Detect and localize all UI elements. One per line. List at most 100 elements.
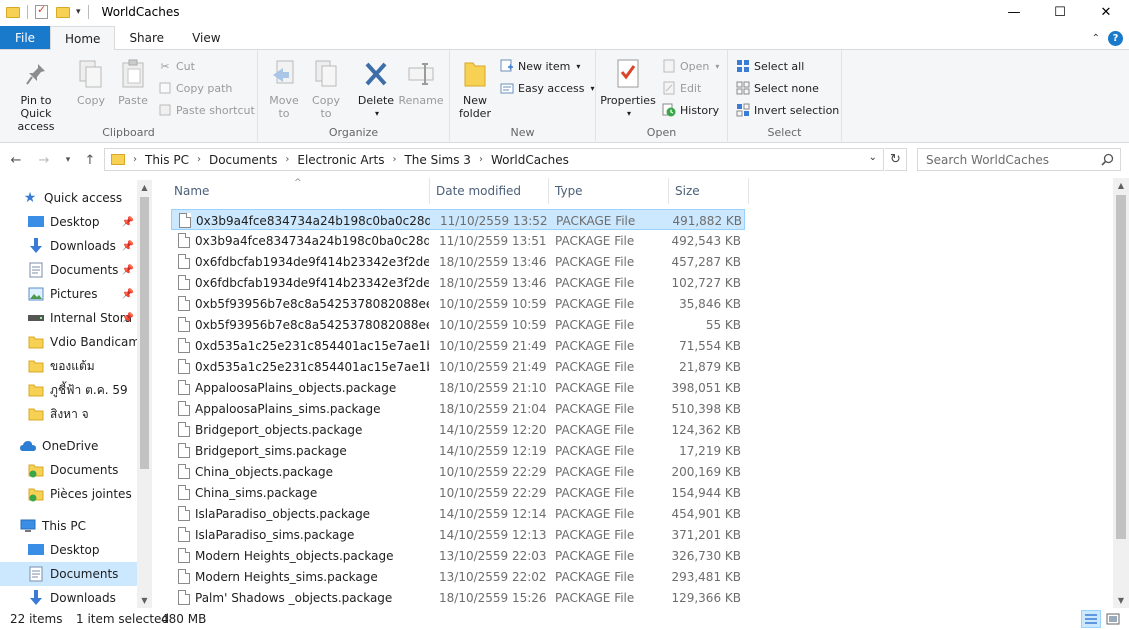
- file-list-scroll-thumb[interactable]: [1116, 195, 1126, 539]
- delete-dropdown-icon[interactable]: ▾: [375, 107, 379, 120]
- file-row[interactable]: 0xd535a1c25e231c854401ac15e7ae1bb2_s... 1…: [171, 356, 745, 377]
- pin-icon[interactable]: 📌: [122, 265, 134, 276]
- file-list-scrollbar[interactable]: ▲ ▼: [1113, 178, 1129, 608]
- copy-button[interactable]: Copy: [74, 58, 108, 107]
- column-header-type[interactable]: Type: [549, 178, 669, 204]
- maximize-button[interactable]: ☐: [1037, 0, 1083, 24]
- forward-button[interactable]: →: [34, 150, 54, 170]
- properties-button[interactable]: Properties ▾: [600, 58, 656, 120]
- easy-access-button[interactable]: Easy access ▾: [500, 78, 595, 98]
- file-row[interactable]: Bridgeport_sims.package 14/10/2559 12:19 P…: [171, 440, 745, 461]
- file-row[interactable]: IslaParadiso_sims.package 14/10/2559 12:1…: [171, 524, 745, 545]
- search-input[interactable]: Search WorldCaches: [917, 148, 1121, 171]
- cut-button[interactable]: ✂ Cut: [158, 56, 195, 76]
- collapse-ribbon-icon[interactable]: ⌃: [1092, 33, 1100, 44]
- refresh-button[interactable]: ↻: [885, 148, 907, 171]
- recent-locations-dropdown[interactable]: ▾: [58, 150, 78, 170]
- nav-folder-thai-2[interactable]: ภูชี้ฟ้า ต.ค. 59: [0, 378, 140, 402]
- pin-icon[interactable]: 📌: [122, 241, 134, 252]
- nav-pictures[interactable]: Pictures 📌: [0, 282, 140, 306]
- file-row[interactable]: Modern Heights_objects.package 13/10/2559…: [171, 545, 745, 566]
- new-item-button[interactable]: New item ▾: [500, 56, 580, 76]
- pin-icon[interactable]: 📌: [122, 289, 134, 300]
- breadcrumb-separator[interactable]: ›: [197, 154, 201, 165]
- file-row[interactable]: 0x6fdbcfab1934de9f414b23342e3f2de1_si...…: [171, 272, 745, 293]
- file-row[interactable]: AppaloosaPlains_objects.package 18/10/255…: [171, 377, 745, 398]
- properties-icon[interactable]: [35, 3, 48, 19]
- tab-home[interactable]: Home: [50, 26, 116, 50]
- file-row[interactable]: AppaloosaPlains_sims.package 18/10/2559 2…: [171, 398, 745, 419]
- minimize-button[interactable]: —: [991, 0, 1037, 24]
- tab-view[interactable]: View: [178, 26, 234, 49]
- breadcrumb-separator[interactable]: ›: [285, 154, 289, 165]
- history-button[interactable]: History: [662, 100, 719, 120]
- scroll-down-arrow[interactable]: ▼: [137, 593, 152, 608]
- invert-selection-button[interactable]: Invert selection: [736, 100, 839, 120]
- column-header-date[interactable]: Date modified: [430, 178, 549, 204]
- delete-button[interactable]: Delete ▾: [356, 58, 396, 120]
- nav-scroll-thumb[interactable]: [140, 197, 149, 469]
- pin-to-quick-access-button[interactable]: Pin to Quick access: [4, 58, 68, 133]
- nav-this-pc[interactable]: This PC: [0, 514, 140, 538]
- new-folder-button[interactable]: New folder: [456, 58, 494, 120]
- file-row[interactable]: China_objects.package 10/10/2559 22:29 PAC…: [171, 461, 745, 482]
- nav-this-pc-documents[interactable]: Documents: [0, 562, 140, 586]
- breadcrumb-documents[interactable]: Documents: [209, 153, 277, 167]
- select-all-button[interactable]: Select all: [736, 56, 804, 76]
- edit-button[interactable]: Edit: [662, 78, 701, 98]
- copy-path-button[interactable]: Copy path: [158, 78, 232, 98]
- file-row[interactable]: 0x6fdbcfab1934de9f414b23342e3f2de1_o... 1…: [171, 251, 745, 272]
- file-row[interactable]: Modern Heights_sims.package 13/10/2559 22…: [171, 566, 745, 587]
- nav-documents[interactable]: Documents 📌: [0, 258, 140, 282]
- file-row[interactable]: 0x3b9a4fce834734a24b198c0ba0c28d36_s... 1…: [171, 230, 745, 251]
- nav-this-pc-downloads[interactable]: Downloads: [0, 586, 140, 608]
- properties-dropdown-icon[interactable]: ▾: [627, 107, 631, 120]
- breadcrumb-separator[interactable]: ›: [392, 154, 396, 165]
- nav-internal-storage[interactable]: Internal Stora 📌: [0, 306, 140, 330]
- pin-icon[interactable]: 📌: [122, 217, 134, 228]
- nav-desktop[interactable]: Desktop 📌: [0, 210, 140, 234]
- breadcrumb-worldcaches[interactable]: WorldCaches: [491, 153, 569, 167]
- nav-onedrive-documents[interactable]: Documents: [0, 458, 140, 482]
- large-icons-view-button[interactable]: [1103, 610, 1123, 628]
- up-button[interactable]: ↑: [80, 150, 100, 170]
- new-folder-icon[interactable]: [56, 6, 70, 18]
- file-row[interactable]: 0xb5f93956b7e8c8a5425378082088ee25_si...…: [171, 314, 745, 335]
- file-row[interactable]: China_sims.package 10/10/2559 22:29 PACKAG…: [171, 482, 745, 503]
- paste-button[interactable]: Paste: [116, 58, 150, 107]
- scroll-up-arrow[interactable]: ▲: [1113, 178, 1129, 193]
- breadcrumb-the-sims-3[interactable]: The Sims 3: [404, 153, 470, 167]
- nav-quick-access[interactable]: ★ Quick access: [0, 186, 140, 210]
- column-header-size[interactable]: Size: [669, 178, 749, 204]
- nav-downloads[interactable]: Downloads 📌: [0, 234, 140, 258]
- paste-shortcut-button[interactable]: Paste shortcut: [158, 100, 255, 120]
- nav-this-pc-desktop[interactable]: Desktop: [0, 538, 140, 562]
- address-bar[interactable]: › This PC › Documents › Electronic Arts …: [104, 148, 884, 171]
- open-button[interactable]: Open ▾: [662, 56, 719, 76]
- select-none-button[interactable]: Select none: [736, 78, 819, 98]
- nav-folder-thai-3[interactable]: สิงหา จ: [0, 402, 140, 426]
- chevron-down-icon[interactable]: ⌄: [869, 152, 877, 163]
- nav-scrollbar[interactable]: ▲ ▼: [137, 180, 152, 608]
- breadcrumb-this-pc[interactable]: This PC: [145, 153, 189, 167]
- pin-icon[interactable]: 📌: [122, 313, 134, 324]
- tab-file[interactable]: File: [0, 26, 50, 49]
- file-row[interactable]: IslaParadiso_objects.package 14/10/2559 1…: [171, 503, 745, 524]
- file-row[interactable]: Palm' Shadows _objects.package 18/10/2559…: [171, 587, 745, 608]
- nav-vdio-bandicam[interactable]: Vdio Bandicam: [0, 330, 140, 354]
- back-button[interactable]: ←: [6, 150, 26, 170]
- folder-icon[interactable]: [6, 6, 20, 18]
- scroll-up-arrow[interactable]: ▲: [137, 180, 152, 195]
- file-row[interactable]: Bridgeport_objects.package 14/10/2559 12:…: [171, 419, 745, 440]
- customize-toolbar-dropdown[interactable]: ▾: [76, 7, 81, 17]
- help-icon[interactable]: ?: [1108, 30, 1123, 46]
- breadcrumb-electronic-arts[interactable]: Electronic Arts: [297, 153, 384, 167]
- scroll-down-arrow[interactable]: ▼: [1113, 593, 1129, 608]
- move-to-button[interactable]: Move to: [266, 58, 302, 120]
- nav-onedrive[interactable]: OneDrive: [0, 434, 140, 458]
- details-view-button[interactable]: [1081, 610, 1101, 628]
- close-button[interactable]: ✕: [1083, 0, 1129, 24]
- breadcrumb-separator[interactable]: ›: [479, 154, 483, 165]
- copy-to-button[interactable]: Copy to: [308, 58, 344, 120]
- tab-share[interactable]: Share: [115, 26, 178, 49]
